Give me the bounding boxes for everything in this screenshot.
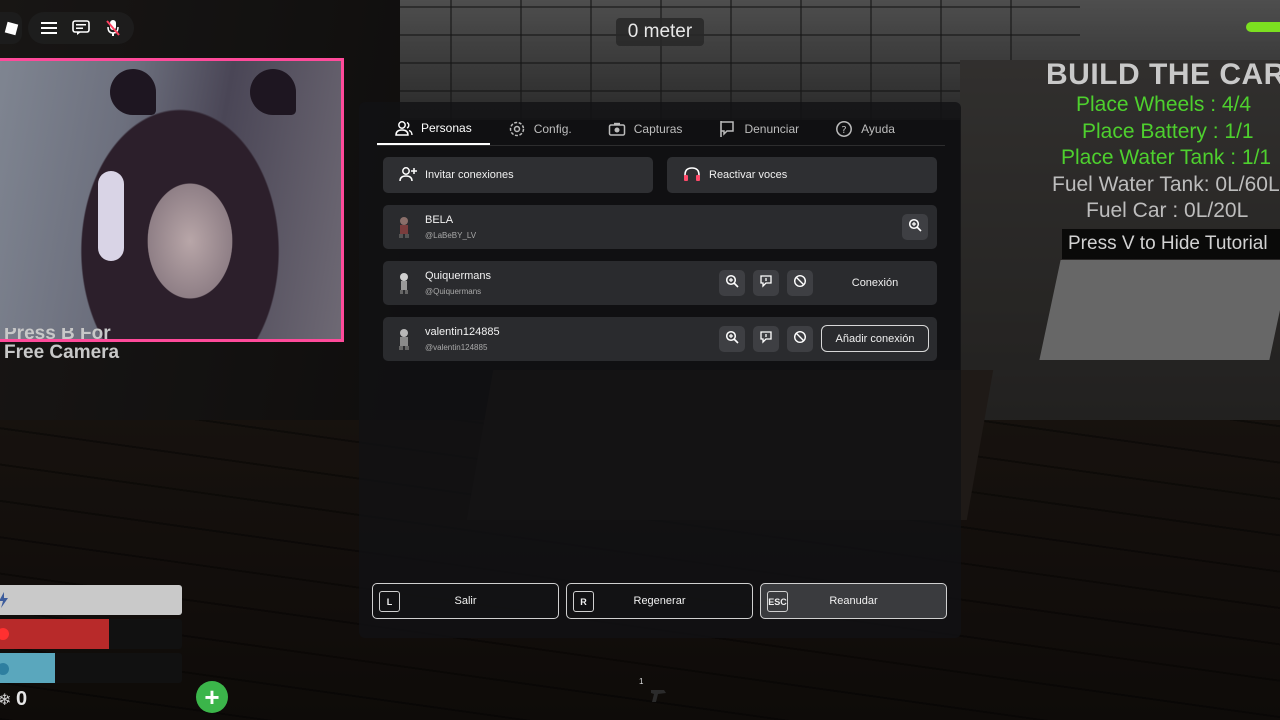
add-person-icon <box>399 166 417 185</box>
tab-capturas[interactable]: Capturas <box>590 112 701 145</box>
player-name: Quiquermans <box>425 270 492 282</box>
tutorial-title: BUILD THE CAR <box>1046 58 1280 91</box>
coin-count: 0 <box>16 688 28 710</box>
leave-button[interactable]: L Salir <box>372 583 559 619</box>
free-camera-hint-line1: Press B For <box>4 328 111 340</box>
pause-menu: Personas Config. Capturas Denunciar ? Ay… <box>359 102 961 638</box>
resume-button[interactable]: ESC Reanudar <box>760 583 947 619</box>
player-username: @Quiquermans <box>425 287 482 296</box>
stamina-bar <box>0 585 182 615</box>
roblox-logo-button[interactable] <box>0 12 22 44</box>
tutorial-step: Fuel Water Tank: 0L/60L <box>1052 172 1280 196</box>
invite-connections-button[interactable]: Invitar conexiones <box>383 157 653 193</box>
heart-icon <box>0 625 10 643</box>
player-row[interactable]: valentin124885 @valentin124885 Añadir co… <box>383 317 937 361</box>
block-icon <box>793 330 807 349</box>
zoom-icon <box>725 330 739 349</box>
key-hint: L <box>379 591 400 612</box>
tutorial-step: Place Battery : 1/1 <box>1082 119 1254 143</box>
block-player-button[interactable] <box>787 270 813 296</box>
invite-connections-label: Invitar conexiones <box>425 169 514 181</box>
player-username: @LaBeBY_LV <box>425 231 477 240</box>
tab-label: Capturas <box>633 121 683 136</box>
key-hint: ESC <box>767 591 788 612</box>
distance-readout: 0 meter <box>616 18 704 46</box>
stamina-icon <box>0 591 10 609</box>
hamburger-menu-icon[interactable] <box>36 15 62 41</box>
camera-icon <box>608 120 626 138</box>
tab-ayuda[interactable]: ? Ayuda <box>817 112 913 145</box>
block-player-button[interactable] <box>787 326 813 352</box>
water-drop-icon <box>0 659 10 677</box>
microphone-muted-icon[interactable] <box>100 15 126 41</box>
webcam-overlay <box>0 58 344 342</box>
tab-label: Ayuda <box>861 121 895 136</box>
top-left-bar <box>0 12 134 44</box>
player-avatar-icon <box>395 215 413 239</box>
view-profile-button[interactable] <box>902 214 928 240</box>
zoom-icon <box>908 218 922 237</box>
flag-icon <box>759 274 773 293</box>
gear-icon <box>508 120 526 138</box>
reactivate-voices-button[interactable]: Reactivar voces <box>667 157 937 193</box>
block-icon <box>793 274 807 293</box>
tab-label: Config. <box>533 121 572 136</box>
view-profile-button[interactable] <box>719 270 745 296</box>
leave-label: Salir <box>454 595 477 607</box>
plus-icon: + <box>204 682 220 712</box>
tab-label: Denunciar <box>744 121 800 136</box>
health-fill <box>0 619 109 649</box>
headphones <box>98 171 124 261</box>
free-camera-hint: Press B For Free Camera <box>4 328 119 366</box>
player-username: @valentin124885 <box>425 343 488 352</box>
report-player-button[interactable] <box>753 326 779 352</box>
tutorial-step: Place Water Tank : 1/1 <box>1061 146 1272 169</box>
report-player-button[interactable] <box>753 270 779 296</box>
player-avatar-icon <box>395 327 413 351</box>
add-button[interactable]: + <box>196 681 228 713</box>
key-hint: R <box>573 591 594 612</box>
headphones-icon <box>683 166 701 185</box>
zoom-icon <box>725 274 739 293</box>
svg-text:?: ? <box>841 125 846 136</box>
hotbar-slot-number: 1 <box>639 677 644 686</box>
respawn-label: Regenerar <box>633 595 686 607</box>
tab-label: Personas <box>421 120 472 135</box>
tutorial-step: Place Wheels : 4/4 <box>1076 93 1252 116</box>
player-row[interactable]: Quiquermans @Quiquermans Conexión <box>383 261 937 305</box>
tab-personas[interactable]: Personas <box>377 112 490 145</box>
tab-config[interactable]: Config. <box>490 112 590 145</box>
health-bar <box>0 619 182 649</box>
tutorial-step: Fuel Car : 0L/20L <box>1086 199 1249 222</box>
player-avatar-icon <box>395 271 413 295</box>
flag-icon <box>718 120 736 138</box>
cat-ear-right <box>250 69 296 115</box>
roblox-logo-icon <box>4 21 18 35</box>
cat-ear-left <box>110 69 156 115</box>
tool-icon[interactable] <box>648 684 670 706</box>
hide-tutorial-hint: Press V to Hide Tutorial <box>1062 228 1280 259</box>
tab-denunciar[interactable]: Denunciar <box>700 112 817 145</box>
help-icon: ? <box>835 120 853 138</box>
player-row[interactable]: BELA @LaBeBY_LV <box>383 205 937 249</box>
connection-status-button[interactable]: Conexión <box>821 269 929 296</box>
water-bar <box>0 653 182 683</box>
snowflake-icon: ❄ <box>0 692 12 709</box>
free-camera-hint-line2: Free Camera <box>4 342 120 363</box>
stamina-fill <box>0 585 182 615</box>
top-menu-pill <box>28 12 134 44</box>
flag-icon <box>759 330 773 349</box>
reactivate-voices-label: Reactivar voces <box>709 169 788 181</box>
player-name: valentin124885 <box>425 326 500 338</box>
respawn-button[interactable]: R Regenerar <box>566 583 753 619</box>
chat-icon[interactable] <box>68 15 94 41</box>
add-connection-button[interactable]: Añadir conexión <box>821 325 929 352</box>
tutorial-panel: BUILD THE CAR Place Wheels : 4/4 Place B… <box>1040 58 1280 259</box>
people-icon <box>395 119 413 137</box>
resume-label: Reanudar <box>829 595 878 607</box>
top-right-indicator <box>1246 22 1280 32</box>
player-name: BELA <box>425 214 454 226</box>
view-profile-button[interactable] <box>719 326 745 352</box>
menu-tabs: Personas Config. Capturas Denunciar ? Ay… <box>377 112 945 146</box>
